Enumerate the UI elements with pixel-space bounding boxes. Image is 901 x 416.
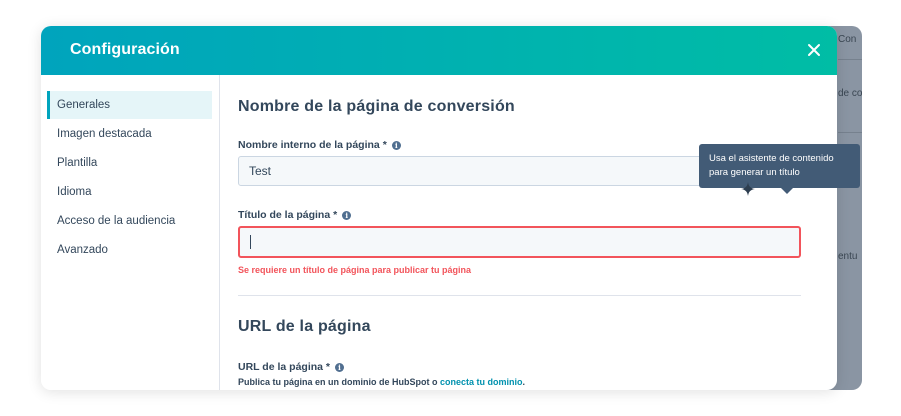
- sidebar-item-acceso-audiencia[interactable]: Acceso de la audiencia: [47, 207, 212, 235]
- sidebar-item-label: Plantilla: [57, 157, 98, 169]
- text-caret: [250, 235, 251, 249]
- sidebar-item-generales[interactable]: Generales: [47, 91, 212, 119]
- page-title-input[interactable]: [238, 226, 801, 258]
- sidebar-item-label: Idioma: [57, 186, 92, 198]
- background-text-fragment: entu: [838, 251, 858, 262]
- page-url-label-text: URL de la página *: [238, 361, 330, 373]
- sidebar-item-idioma[interactable]: Idioma: [47, 178, 212, 206]
- help-prefix: Publica tu página en un dominio de HubSp…: [238, 377, 440, 387]
- background-text-fragment: Con: [838, 34, 857, 45]
- background-divider: [838, 132, 862, 133]
- page-title-label: Título de la página * i: [238, 209, 352, 221]
- modal-header: Configuración: [41, 26, 837, 75]
- close-button[interactable]: [803, 39, 825, 61]
- background-divider: [838, 59, 862, 60]
- sidebar-item-plantilla[interactable]: Plantilla: [47, 149, 212, 177]
- section-divider: [238, 295, 801, 296]
- modal-title: Configuración: [70, 41, 180, 58]
- close-icon: [808, 44, 820, 56]
- sparkle-icon: [741, 182, 755, 196]
- sidebar-item-label: Imagen destacada: [57, 128, 152, 140]
- page-url-help-text: Publica tu página en un dominio de HubSp…: [238, 377, 525, 387]
- info-icon[interactable]: i: [342, 210, 352, 220]
- tooltip-line-2: para generar un título: [709, 167, 800, 178]
- settings-content: Nombre de la página de conversión Nombre…: [221, 75, 837, 390]
- tooltip-arrow: [781, 188, 793, 194]
- section-heading-page-url: URL de la página: [238, 318, 371, 335]
- tooltip-line-1: Usa el asistente de contenido: [709, 153, 834, 164]
- internal-name-label-text: Nombre interno de la página *: [238, 139, 387, 151]
- info-icon[interactable]: i: [391, 140, 401, 150]
- page-url-label: URL de la página * i: [238, 361, 344, 373]
- internal-name-value: Test: [249, 164, 272, 178]
- sidebar-item-imagen-destacada[interactable]: Imagen destacada: [47, 120, 212, 148]
- page-title-error-message: Se requiere un título de página para pub…: [238, 265, 472, 275]
- sidebar-item-label: Generales: [57, 99, 111, 111]
- sidebar-item-label: Avanzado: [57, 244, 108, 256]
- sidebar-item-label: Acceso de la audiencia: [57, 215, 176, 227]
- info-icon[interactable]: i: [335, 362, 344, 372]
- page-title-label-text: Título de la página *: [238, 209, 338, 221]
- content-assistant-tooltip: Usa el asistente de contenido para gener…: [699, 144, 860, 194]
- help-suffix: .: [522, 377, 526, 387]
- connect-domain-link[interactable]: conecta tu dominio: [440, 377, 523, 387]
- content-assistant-button[interactable]: [741, 182, 755, 196]
- section-heading-conversion-page: Nombre de la página de conversión: [238, 98, 515, 115]
- internal-name-label: Nombre interno de la página * i: [238, 139, 401, 151]
- settings-modal: Configuración Generales Imagen destacada…: [41, 26, 837, 390]
- settings-sidebar: Generales Imagen destacada Plantilla Idi…: [41, 75, 220, 390]
- sidebar-item-avanzado[interactable]: Avanzado: [47, 236, 212, 264]
- background-text-fragment: de co: [838, 88, 862, 99]
